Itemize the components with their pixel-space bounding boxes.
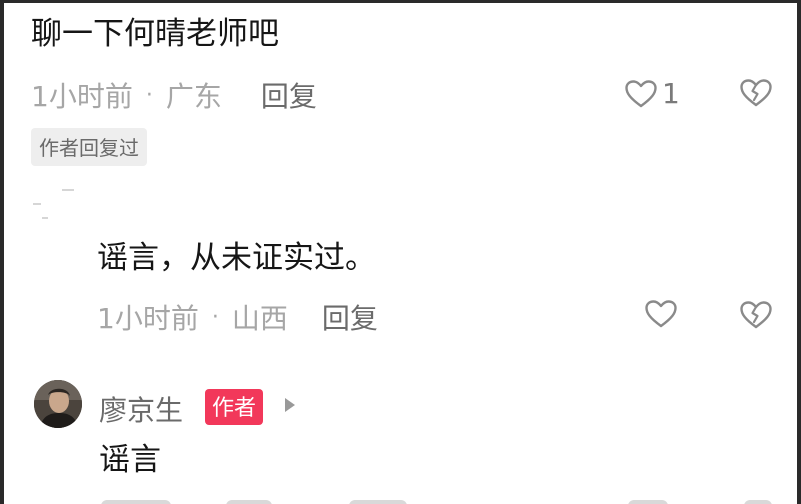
dislike-button[interactable] [739,300,773,330]
comment-meta: 1小时前 · 广东 回复 [31,75,317,115]
cutoff-meta-fragment [349,500,407,504]
like-count: 1 [662,77,680,110]
comment-time: 1小时前 [31,80,133,113]
cutoff-meta-fragment [744,500,772,504]
comment-location: 山西 [231,302,288,335]
reply-comment-meta: 1小时前 · 山西 回复 [97,297,378,337]
meta-separator: · [211,304,219,330]
author-username[interactable]: 廖京生 [99,389,183,429]
dislike-button[interactable] [739,78,773,108]
avatar[interactable] [34,380,82,428]
avatar-photo-icon [34,380,82,428]
heart-outline-icon [625,79,657,107]
heart-outline-icon [645,300,677,328]
like-button[interactable] [644,299,678,329]
cutoff-meta-fragment [628,500,668,504]
author-badge: 作者 [205,389,264,425]
reply-button[interactable]: 回复 [261,75,317,115]
triangle-right-icon[interactable] [285,398,295,412]
author-replied-tag: 作者回复过 [31,128,147,166]
meta-separator: · [145,82,153,108]
like-button[interactable]: 1 [624,77,680,110]
comment-time: 1小时前 [97,302,199,335]
cutoff-meta-fragment [226,500,272,504]
comment-location: 广东 [165,80,222,113]
speck [42,217,48,219]
author-comment-text: 谣言 [99,442,161,478]
reply-comment-text: 谣言，从未证实过。 [97,240,376,276]
speck [62,189,74,191]
cutoff-meta-fragment [101,500,171,504]
comment-text: 聊一下何晴老师吧 [31,16,279,52]
broken-heart-icon [740,79,772,107]
speck [33,203,41,205]
broken-heart-icon [740,301,772,329]
comment-thread: 聊一下何晴老师吧 1小时前 · 广东 回复 1 作者回复过 谣言，从未证实过。 … [0,0,801,504]
reply-button[interactable]: 回复 [322,297,378,337]
